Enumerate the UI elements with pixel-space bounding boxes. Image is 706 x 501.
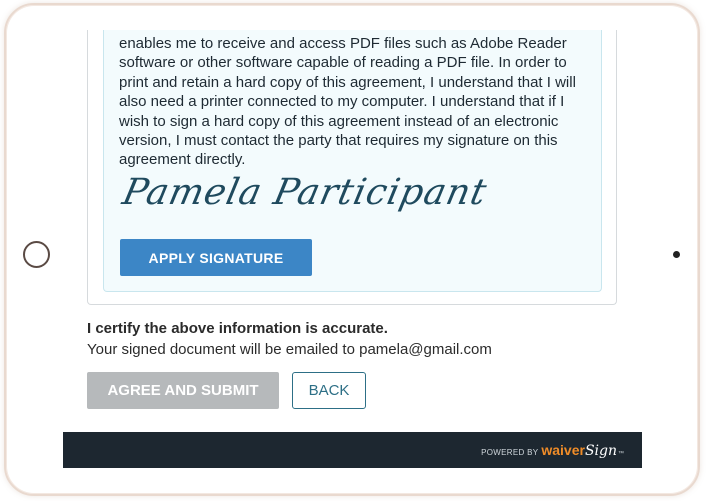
- apply-signature-button[interactable]: APPLY SIGNATURE: [120, 239, 312, 276]
- certify-statement: I certify the above information is accur…: [87, 320, 388, 337]
- email-notice: Your signed document will be emailed to …: [87, 341, 492, 358]
- consent-panel: enables me to receive and access PDF fil…: [103, 30, 602, 292]
- powered-by-label: POWERED BY: [481, 448, 539, 457]
- camera-dot: [673, 251, 680, 258]
- brand-sign-text: Sign: [584, 443, 617, 459]
- agree-and-submit-button[interactable]: AGREE AND SUBMIT: [87, 372, 279, 409]
- footer-bar: POWERED BY waiver Sign ™: [63, 432, 642, 468]
- brand-waiver-text: waiver: [541, 442, 585, 458]
- signature-preview: Pamela Participant: [119, 172, 491, 213]
- app-screen: enables me to receive and access PDF fil…: [63, 30, 642, 468]
- powered-by-logo[interactable]: POWERED BY waiver Sign ™: [481, 442, 624, 459]
- brand-trademark: ™: [618, 451, 624, 457]
- back-button[interactable]: BACK: [292, 372, 366, 409]
- consent-text: enables me to receive and access PDF fil…: [119, 35, 576, 169]
- home-button[interactable]: [23, 241, 50, 268]
